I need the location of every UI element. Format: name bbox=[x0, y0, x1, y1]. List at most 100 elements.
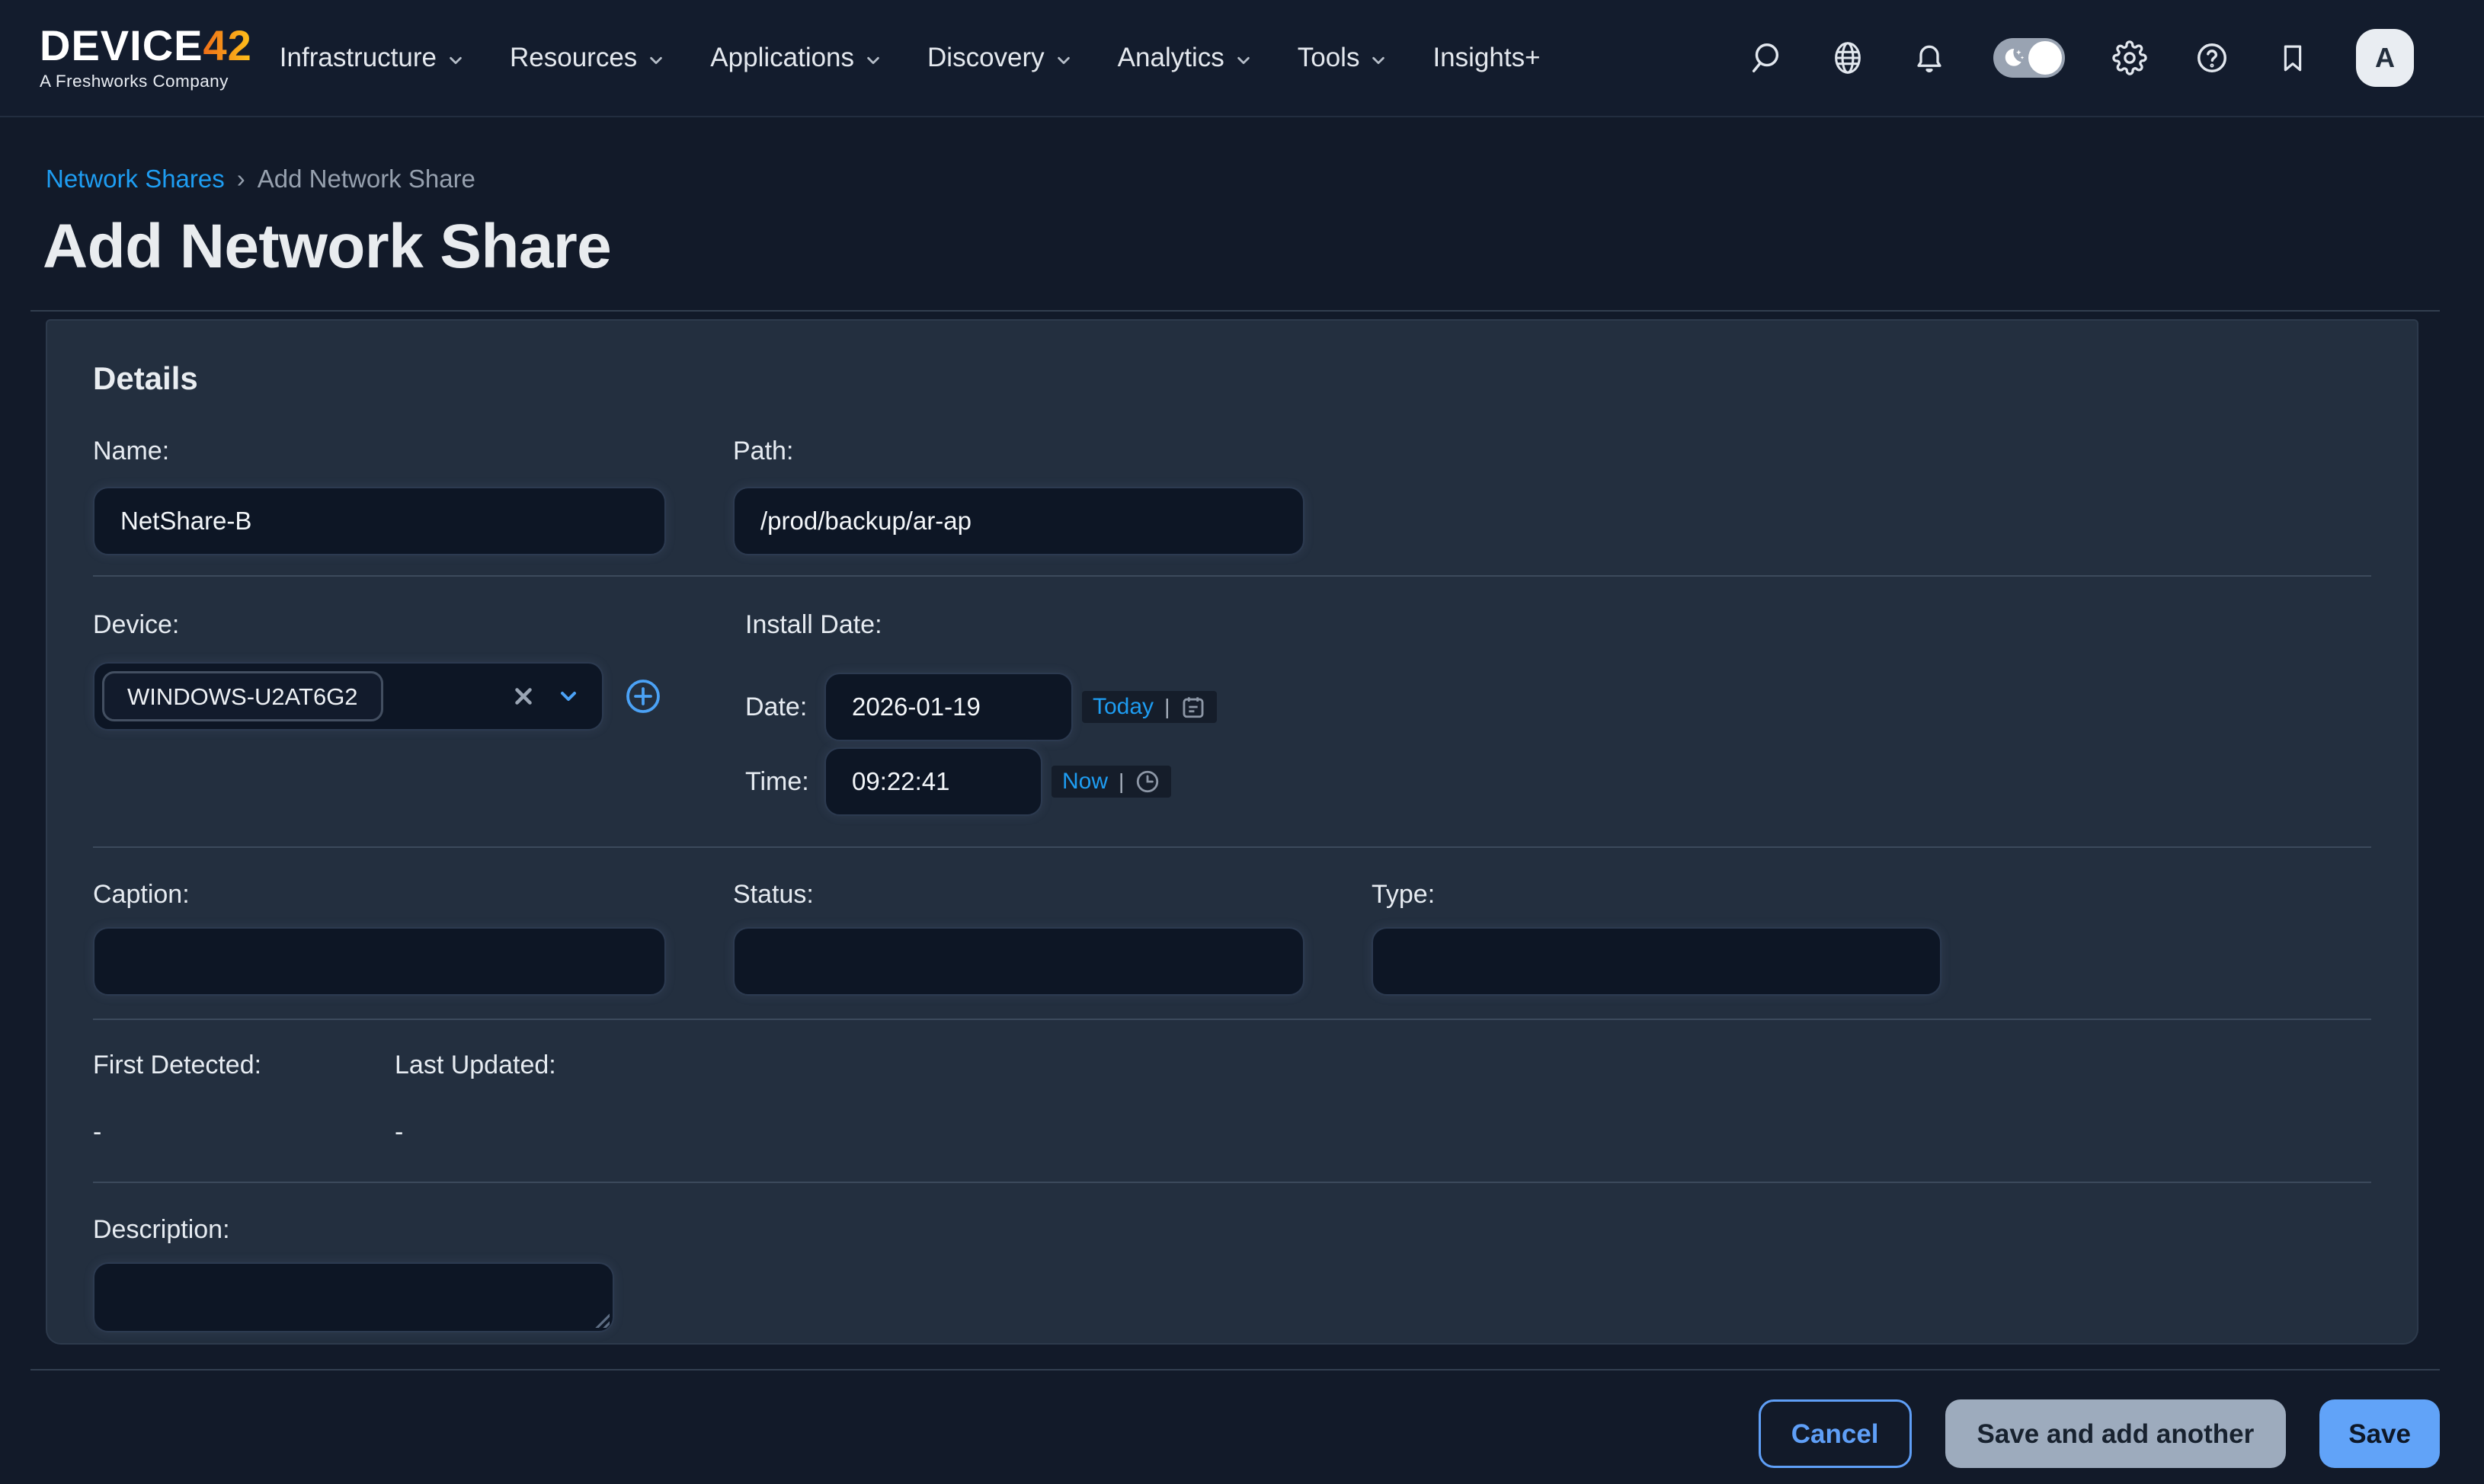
breadcrumb-current: Add Network Share bbox=[258, 166, 475, 191]
chevron-down-icon bbox=[1235, 52, 1252, 69]
first-detected-label: First Detected: bbox=[93, 1052, 395, 1078]
gear-icon bbox=[2112, 40, 2147, 75]
logo-tagline: A Freshworks Company bbox=[40, 72, 252, 91]
save-and-add-another-button[interactable]: Save and add another bbox=[1945, 1399, 2287, 1468]
chevron-down-icon bbox=[1370, 52, 1387, 69]
nav-item-infrastructure[interactable]: Infrastructure bbox=[280, 43, 464, 73]
chevron-down-icon bbox=[1055, 52, 1072, 69]
nav-item-applications[interactable]: Applications bbox=[710, 43, 882, 73]
moon-sparkles-icon bbox=[2001, 46, 2025, 70]
nav-item-label: Insights+ bbox=[1432, 43, 1540, 73]
settings-button[interactable] bbox=[2112, 40, 2147, 75]
status-input[interactable] bbox=[733, 927, 1304, 996]
device-field-group: Device: WINDOWS-U2AT6G2 bbox=[93, 612, 666, 816]
date-input[interactable] bbox=[824, 673, 1073, 741]
nav-item-insights[interactable]: Insights+ bbox=[1432, 43, 1540, 73]
chevron-down-icon bbox=[447, 52, 464, 69]
nav-item-analytics[interactable]: Analytics bbox=[1118, 43, 1252, 73]
page-title: Add Network Share bbox=[43, 216, 2484, 278]
detected-updated-row: First Detected: - Last Updated: - bbox=[93, 1052, 2371, 1145]
description-textarea[interactable] bbox=[93, 1262, 614, 1332]
description-textarea-wrap bbox=[93, 1262, 614, 1332]
shortcut-separator: | bbox=[1119, 769, 1124, 794]
avatar-letter: A bbox=[2375, 42, 2395, 74]
last-updated-value: - bbox=[395, 1119, 696, 1145]
calendar-picker-button[interactable] bbox=[1180, 694, 1206, 720]
footer-actions: Cancel Save and add another Save bbox=[0, 1399, 2484, 1468]
nav-item-resources[interactable]: Resources bbox=[510, 43, 664, 73]
nav-item-label: Applications bbox=[710, 43, 854, 73]
divider bbox=[93, 1019, 2371, 1020]
calendar-icon bbox=[1180, 694, 1206, 720]
save-button[interactable]: Save bbox=[2319, 1399, 2440, 1468]
bookmark-button[interactable] bbox=[2277, 42, 2309, 74]
cancel-button[interactable]: Cancel bbox=[1759, 1399, 1912, 1468]
now-link[interactable]: Now bbox=[1062, 769, 1108, 795]
help-button[interactable] bbox=[2194, 40, 2230, 75]
type-label: Type: bbox=[1372, 881, 1941, 907]
toggle-knob bbox=[2028, 41, 2062, 75]
description-label: Description: bbox=[93, 1217, 2371, 1243]
caption-label: Caption: bbox=[93, 881, 666, 907]
divider bbox=[93, 575, 2371, 577]
globe-button[interactable] bbox=[1830, 40, 1865, 75]
nav-item-tools[interactable]: Tools bbox=[1298, 43, 1388, 73]
avatar[interactable]: A bbox=[2356, 29, 2414, 87]
first-detected-group: First Detected: - bbox=[93, 1052, 395, 1145]
device42-logo[interactable]: DEVICE42 A Freshworks Company bbox=[40, 24, 252, 91]
search-button[interactable] bbox=[1748, 40, 1783, 75]
logo-wordmark: DEVICE42 bbox=[40, 24, 252, 67]
notifications-button[interactable] bbox=[1913, 41, 1946, 75]
date-shortcuts: Today | bbox=[1082, 691, 1217, 723]
date-label: Date: bbox=[745, 692, 824, 722]
nav-item-discovery[interactable]: Discovery bbox=[927, 43, 1072, 73]
install-date-group: Install Date: Date: Today | Time: bbox=[733, 612, 1304, 816]
clock-picker-button[interactable] bbox=[1135, 769, 1160, 795]
name-field-group: Name: bbox=[93, 438, 666, 555]
time-row: Time: Now | bbox=[745, 747, 1304, 816]
chevron-down-icon bbox=[648, 52, 664, 69]
today-link[interactable]: Today bbox=[1093, 694, 1154, 720]
chevron-down-icon bbox=[556, 684, 581, 708]
bell-icon bbox=[1913, 41, 1946, 75]
nav-item-label: Tools bbox=[1298, 43, 1360, 73]
nav-item-label: Resources bbox=[510, 43, 637, 73]
help-icon bbox=[2194, 40, 2230, 75]
device-install-row: Device: WINDOWS-U2AT6G2 bbox=[93, 612, 2371, 816]
install-date-label: Install Date: bbox=[745, 612, 1304, 638]
close-icon bbox=[511, 683, 536, 709]
device-select[interactable]: WINDOWS-U2AT6G2 bbox=[93, 662, 603, 731]
bookmark-icon bbox=[2277, 42, 2309, 74]
caption-input[interactable] bbox=[93, 927, 666, 996]
name-path-row: Name: Path: bbox=[93, 438, 2371, 555]
device-clear-button[interactable] bbox=[511, 683, 536, 709]
name-label: Name: bbox=[93, 438, 666, 464]
add-device-button[interactable] bbox=[625, 678, 661, 715]
type-input[interactable] bbox=[1372, 927, 1941, 996]
breadcrumb: Network Shares › Add Network Share bbox=[46, 166, 2484, 191]
status-label: Status: bbox=[733, 881, 1304, 907]
name-input[interactable] bbox=[93, 487, 666, 555]
chevron-down-icon bbox=[865, 52, 882, 69]
app-window: DEVICE42 A Freshworks Company Infrastruc… bbox=[0, 0, 2484, 1484]
time-shortcuts: Now | bbox=[1052, 766, 1171, 798]
nav-item-label: Discovery bbox=[927, 43, 1045, 73]
date-row: Date: Today | bbox=[745, 673, 1304, 741]
section-heading: Details bbox=[93, 362, 2371, 395]
topbar: DEVICE42 A Freshworks Company Infrastruc… bbox=[0, 0, 2484, 117]
content-top-divider bbox=[30, 310, 2440, 312]
clock-icon bbox=[1135, 769, 1160, 795]
time-input[interactable] bbox=[824, 747, 1042, 816]
time-label: Time: bbox=[745, 767, 824, 797]
breadcrumb-link-network-shares[interactable]: Network Shares bbox=[46, 166, 225, 191]
divider bbox=[93, 846, 2371, 848]
breadcrumb-separator: › bbox=[237, 166, 245, 191]
description-field-group: Description: bbox=[93, 1217, 2371, 1332]
logo-brand-accent: 42 bbox=[203, 21, 252, 69]
divider bbox=[93, 1182, 2371, 1183]
caption-field-group: Caption: bbox=[93, 881, 666, 996]
nav-item-label: Infrastructure bbox=[280, 43, 437, 73]
path-input[interactable] bbox=[733, 487, 1304, 555]
shortcut-separator: | bbox=[1164, 695, 1170, 719]
dark-mode-toggle[interactable] bbox=[1993, 38, 2065, 78]
